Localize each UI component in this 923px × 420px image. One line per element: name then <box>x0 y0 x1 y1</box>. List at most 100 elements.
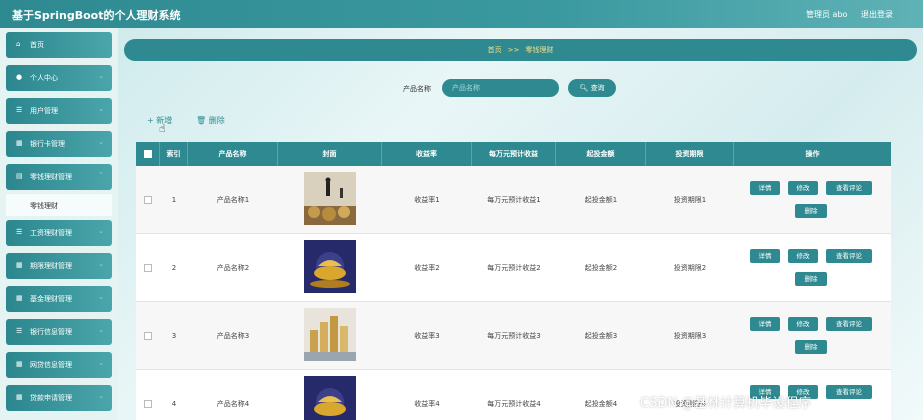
row-checkbox[interactable] <box>144 196 152 204</box>
cell-rate: 收益率4 <box>414 400 440 408</box>
data-table: 索引 产品名称 封面 收益率 每万元预计收益 起投金额 投资期限 操作 1 产品… <box>136 142 891 420</box>
row-checkbox-cell <box>136 370 160 420</box>
sidebar-item-label: 银行信息管理 <box>30 328 72 336</box>
cell-name: 产品名称4 <box>216 400 250 408</box>
sidebar-item-profile[interactable]: ● 个人中心 ⌄ <box>6 65 112 91</box>
sidebar-item-salary-finance[interactable]: ☰ 工资理财管理 ⌄ <box>6 220 112 246</box>
sidebar-item-label: 个人中心 <box>30 74 58 82</box>
row-checkbox[interactable] <box>144 400 152 408</box>
cell-min-amount: 起投金额4 <box>584 400 618 408</box>
breadcrumb-home[interactable]: 首页 <box>488 46 502 54</box>
app-title: 基于SpringBoot的个人理财系统 <box>12 9 181 22</box>
cell-index: 4 <box>171 400 177 408</box>
row-checkbox-cell <box>136 166 160 234</box>
search-button-label: 查询 <box>590 84 605 92</box>
view-comments-button[interactable]: 查看评论 <box>826 249 872 263</box>
edit-button[interactable]: 修改 <box>788 249 818 263</box>
row-delete-button[interactable]: 删除 <box>795 272 827 286</box>
cell-rate: 收益率2 <box>414 264 440 272</box>
grid-icon: ▦ <box>16 294 23 302</box>
view-comments-button[interactable]: 查看评论 <box>826 385 872 399</box>
list-icon: ☰ <box>16 228 23 236</box>
select-all-checkbox[interactable] <box>143 150 152 158</box>
header-rate: 收益率 <box>382 142 472 166</box>
view-comments-button[interactable]: 查看评论 <box>826 317 872 331</box>
list-icon: ☰ <box>16 327 23 335</box>
chevron-down-icon: ⌄ <box>98 138 104 146</box>
header-operations: 操作 <box>805 150 820 158</box>
delete-button[interactable]: 🗑︎ 删除 <box>196 115 225 126</box>
product-cover-image <box>304 172 356 225</box>
home-icon: ⌂ <box>16 40 21 48</box>
cell-min-amount: 起投金额1 <box>584 196 618 204</box>
row-checkbox[interactable] <box>144 332 152 340</box>
sidebar-item-term-finance[interactable]: ▦ 期限理财管理 ⌄ <box>6 253 112 279</box>
row-delete-button[interactable]: 删除 <box>795 340 827 354</box>
cell-min-amount: 起投金额3 <box>584 332 618 340</box>
sidebar-item-users[interactable]: ☰ 用户管理 ⌄ <box>6 98 112 124</box>
search-button[interactable]: 🔍︎ 查询 <box>568 79 616 97</box>
breadcrumb-current: 零钱理财 <box>525 46 554 54</box>
header-term: 投资期限 <box>646 142 734 166</box>
cell-income: 每万元预计收益1 <box>487 196 541 204</box>
delete-button-label: 删除 <box>208 116 225 125</box>
header-index: 索引 <box>160 142 188 166</box>
sidebar-item-fund-finance[interactable]: ▦ 基金理财管理 ⌄ <box>6 286 112 312</box>
cell-term: 投资期限2 <box>673 264 707 272</box>
watermark-text: CSDN @基林计算机毕设程序 <box>640 396 812 411</box>
cell-index: 1 <box>171 196 177 204</box>
cell-name: 产品名称3 <box>216 332 250 340</box>
sidebar-item-p2p-info[interactable]: ▦ 网贷信息管理 ⌄ <box>6 352 112 378</box>
breadcrumb: 首页 >> 零钱理财 <box>124 39 917 61</box>
sidebar-item-label: 银行卡管理 <box>30 140 65 148</box>
cell-income: 每万元预计收益4 <box>487 400 541 408</box>
logout-link[interactable]: 退出登录 <box>861 9 893 20</box>
header-cover: 封面 <box>278 142 382 166</box>
trash-icon: 🗑︎ <box>196 116 207 125</box>
row-checkbox-cell <box>136 234 160 302</box>
detail-button[interactable]: 详情 <box>750 181 780 195</box>
sidebar-item-label: 工资理财管理 <box>30 229 72 237</box>
detail-button[interactable]: 详情 <box>750 317 780 331</box>
sidebar-item-change-finance[interactable]: ▤ 零钱理财管理 ⌃ <box>6 164 112 190</box>
sidebar-item-label: 首页 <box>30 41 44 49</box>
sidebar-item-loan-apply[interactable]: ▦ 贷款申请管理 ⌄ <box>6 385 112 411</box>
cell-term: 投资期限3 <box>673 332 707 340</box>
table-header: 索引 产品名称 封面 收益率 每万元预计收益 起投金额 投资期限 操作 <box>136 142 891 166</box>
chevron-down-icon: ⌄ <box>98 293 104 301</box>
product-cover-image <box>304 308 356 361</box>
product-cover-image <box>304 240 356 293</box>
row-delete-button[interactable]: 删除 <box>795 204 827 218</box>
cell-income: 每万元预计收益2 <box>487 264 541 272</box>
cell-rate: 收益率3 <box>414 332 440 340</box>
edit-button[interactable]: 修改 <box>788 181 818 195</box>
sidebar-item-home[interactable]: ⌂ 首页 <box>6 32 112 58</box>
sidebar-item-label: 贷款申请管理 <box>30 394 72 402</box>
search-input[interactable] <box>442 79 559 97</box>
sidebar-item-label: 零钱理财管理 <box>30 173 72 181</box>
top-bar: 基于SpringBoot的个人理财系统 管理员 abo 退出登录 <box>0 0 923 28</box>
chevron-down-icon: ⌄ <box>98 359 104 367</box>
detail-button[interactable]: 详情 <box>750 249 780 263</box>
cell-income: 每万元预计收益3 <box>487 332 541 340</box>
cell-name: 产品名称2 <box>216 264 250 272</box>
table-row: 3 产品名称3 收益率3 每万元预计收益3 起投金额3 投资期限3 详情 修改 … <box>136 302 891 370</box>
chevron-down-icon: ⌄ <box>98 392 104 400</box>
cell-term: 投资期限1 <box>673 196 707 204</box>
cell-rate: 收益率1 <box>414 196 440 204</box>
chevron-up-icon: ⌃ <box>98 171 104 179</box>
cell-name: 产品名称1 <box>216 196 250 204</box>
table-row: 2 产品名称2 收益率2 每万元预计收益2 起投金额2 投资期限2 详情 修改 … <box>136 234 891 302</box>
view-comments-button[interactable]: 查看评论 <box>826 181 872 195</box>
edit-button[interactable]: 修改 <box>788 317 818 331</box>
cell-min-amount: 起投金额2 <box>584 264 618 272</box>
header-min-amount: 起投金额 <box>556 142 646 166</box>
sidebar-subitem-change-finance[interactable]: 零钱理财 <box>6 194 112 216</box>
grid-icon: ▦ <box>16 360 23 368</box>
sidebar-item-bankcard[interactable]: ▦ 银行卡管理 ⌄ <box>6 131 112 157</box>
search-label: 产品名称 <box>403 85 431 93</box>
sidebar-item-label: 期限理财管理 <box>30 262 72 270</box>
sidebar-item-bank-info[interactable]: ☰ 银行信息管理 ⌄ <box>6 319 112 345</box>
plus-icon: + <box>147 116 154 125</box>
row-checkbox[interactable] <box>144 264 152 272</box>
